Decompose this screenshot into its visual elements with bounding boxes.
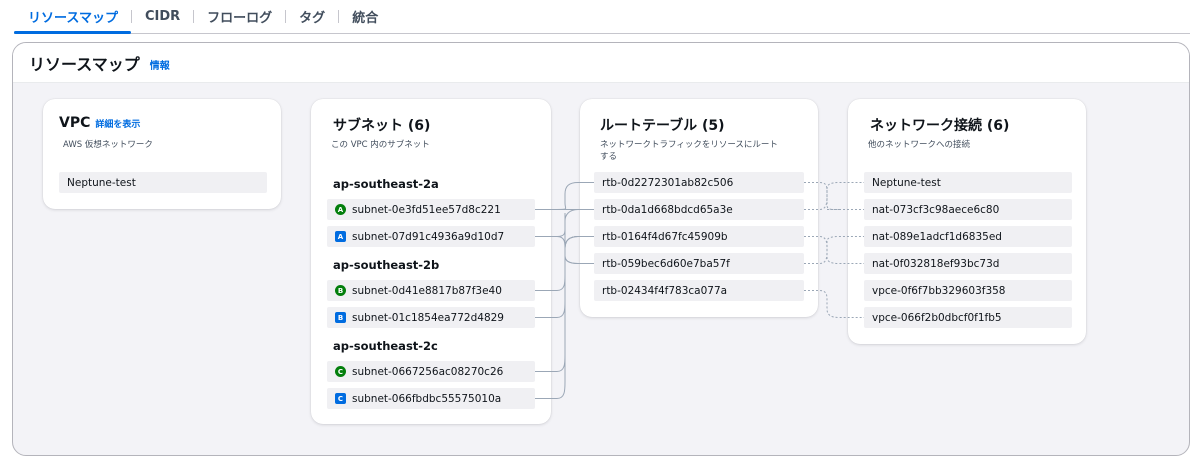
route-tables-card: ルートテーブル (5) ネットワークトラフィックをリソースにルート する rtb… xyxy=(580,99,818,317)
tab-tags[interactable]: タグ xyxy=(286,0,338,33)
tab-bar: リソースマップ CIDR フローログ タグ 統合 xyxy=(14,0,1190,34)
subnet-item[interactable]: Csubnet-0667256ac08270c26 xyxy=(327,361,535,382)
network-connection-item[interactable]: Neptune-test xyxy=(864,172,1072,193)
network-connection-item[interactable]: nat-073cf3c98aece6c80 xyxy=(864,199,1072,220)
az-label: ap-southeast-2a xyxy=(333,177,439,191)
subnet-id: subnet-0667256ac08270c26 xyxy=(352,365,504,378)
availability-zone-badge-icon: C xyxy=(335,393,346,404)
availability-zone-badge-icon: C xyxy=(335,366,346,377)
subnet-id: subnet-066fbdbc55575010a xyxy=(352,392,502,405)
route-tables-desc-line: する xyxy=(600,152,618,162)
route-tables-desc: ネットワークトラフィックをリソースにルート する xyxy=(600,139,778,163)
network-connection-item[interactable]: vpce-0f6f7bb329603f358 xyxy=(864,280,1072,301)
route-table-item[interactable]: rtb-02434f4f783ca077a xyxy=(594,280,804,301)
view-details-link[interactable]: 詳細を表示 xyxy=(95,120,140,130)
network-connection-item[interactable]: nat-0f032818ef93bc73d xyxy=(864,253,1072,274)
route-tables-card-title: ルートテーブル (5) xyxy=(600,118,725,134)
availability-zone-badge-icon: B xyxy=(335,312,346,323)
route-table-item[interactable]: rtb-059bec6d60e7ba57f xyxy=(594,253,804,274)
vpc-item[interactable]: Neptune-test xyxy=(59,172,267,193)
tab-flow-logs[interactable]: フローログ xyxy=(194,0,285,33)
panel-title: リソースマップ xyxy=(29,54,140,74)
network-connections-card: ネットワーク接続 (6) 他のネットワークへの接続 Neptune-test n… xyxy=(848,99,1086,344)
tab-resource-map[interactable]: リソースマップ xyxy=(14,0,131,34)
subnets-card-title: サブネット (6) xyxy=(333,118,431,134)
subnet-id: subnet-0d41e8817b87f3e40 xyxy=(352,284,502,297)
availability-zone-badge-icon: A xyxy=(335,204,346,215)
network-connection-item[interactable]: vpce-066f2b0dbcf0f1fb5 xyxy=(864,307,1072,328)
vpc-desc: AWS 仮想ネットワーク xyxy=(63,140,153,150)
vpc-card: VPC 詳細を表示 AWS 仮想ネットワーク Neptune-test xyxy=(43,99,281,209)
tab-cidr[interactable]: CIDR xyxy=(132,0,193,33)
subnet-item[interactable]: Asubnet-0e3fd51ee57d8c221 xyxy=(327,199,535,220)
availability-zone-badge-icon: A xyxy=(335,231,346,242)
az-label: ap-southeast-2b xyxy=(333,258,440,272)
subnet-item[interactable]: Bsubnet-01c1854ea772d4829 xyxy=(327,307,535,328)
info-link[interactable]: 情報 xyxy=(150,57,170,72)
subnet-item[interactable]: Bsubnet-0d41e8817b87f3e40 xyxy=(327,280,535,301)
subnets-desc: この VPC 内のサブネット xyxy=(331,140,430,150)
route-tables-desc-line: ネットワークトラフィックをリソースにルート xyxy=(600,140,778,150)
subnet-route-link xyxy=(564,213,579,264)
az-label: ap-southeast-2c xyxy=(333,339,438,353)
route-table-item[interactable]: rtb-0da1d668bdcd65a3e xyxy=(594,199,804,220)
network-card-title: ネットワーク接続 (6) xyxy=(870,118,1010,134)
resource-map-panel: リソースマップ 情報 VPC 詳細を表示 AWS 仮想ネットワーク Neptune… xyxy=(12,42,1190,456)
network-connection-item[interactable]: nat-089e1adcf1d6835ed xyxy=(864,226,1072,247)
vpc-title-text: VPC xyxy=(59,115,91,131)
tab-integrations[interactable]: 統合 xyxy=(339,0,391,33)
network-desc: 他のネットワークへの接続 xyxy=(868,140,971,150)
route-table-item[interactable]: rtb-0d2272301ab82c506 xyxy=(594,172,804,193)
panel-header: リソースマップ 情報 xyxy=(13,43,1189,83)
availability-zone-badge-icon: B xyxy=(335,285,346,296)
subnets-card: サブネット (6) この VPC 内のサブネット ap-southeast-2a… xyxy=(311,99,551,424)
subnet-item[interactable]: Csubnet-066fbdbc55575010a xyxy=(327,388,535,409)
subnet-item[interactable]: Asubnet-07d91c4936a9d10d7 xyxy=(327,226,535,247)
subnet-id: subnet-01c1854ea772d4829 xyxy=(352,311,504,324)
vpc-card-title: VPC 詳細を表示 xyxy=(59,115,140,131)
subnet-id: subnet-07d91c4936a9d10d7 xyxy=(352,230,505,243)
route-table-item[interactable]: rtb-0164f4d67fc45909b xyxy=(594,226,804,247)
subnet-id: subnet-0e3fd51ee57d8c221 xyxy=(352,203,501,216)
